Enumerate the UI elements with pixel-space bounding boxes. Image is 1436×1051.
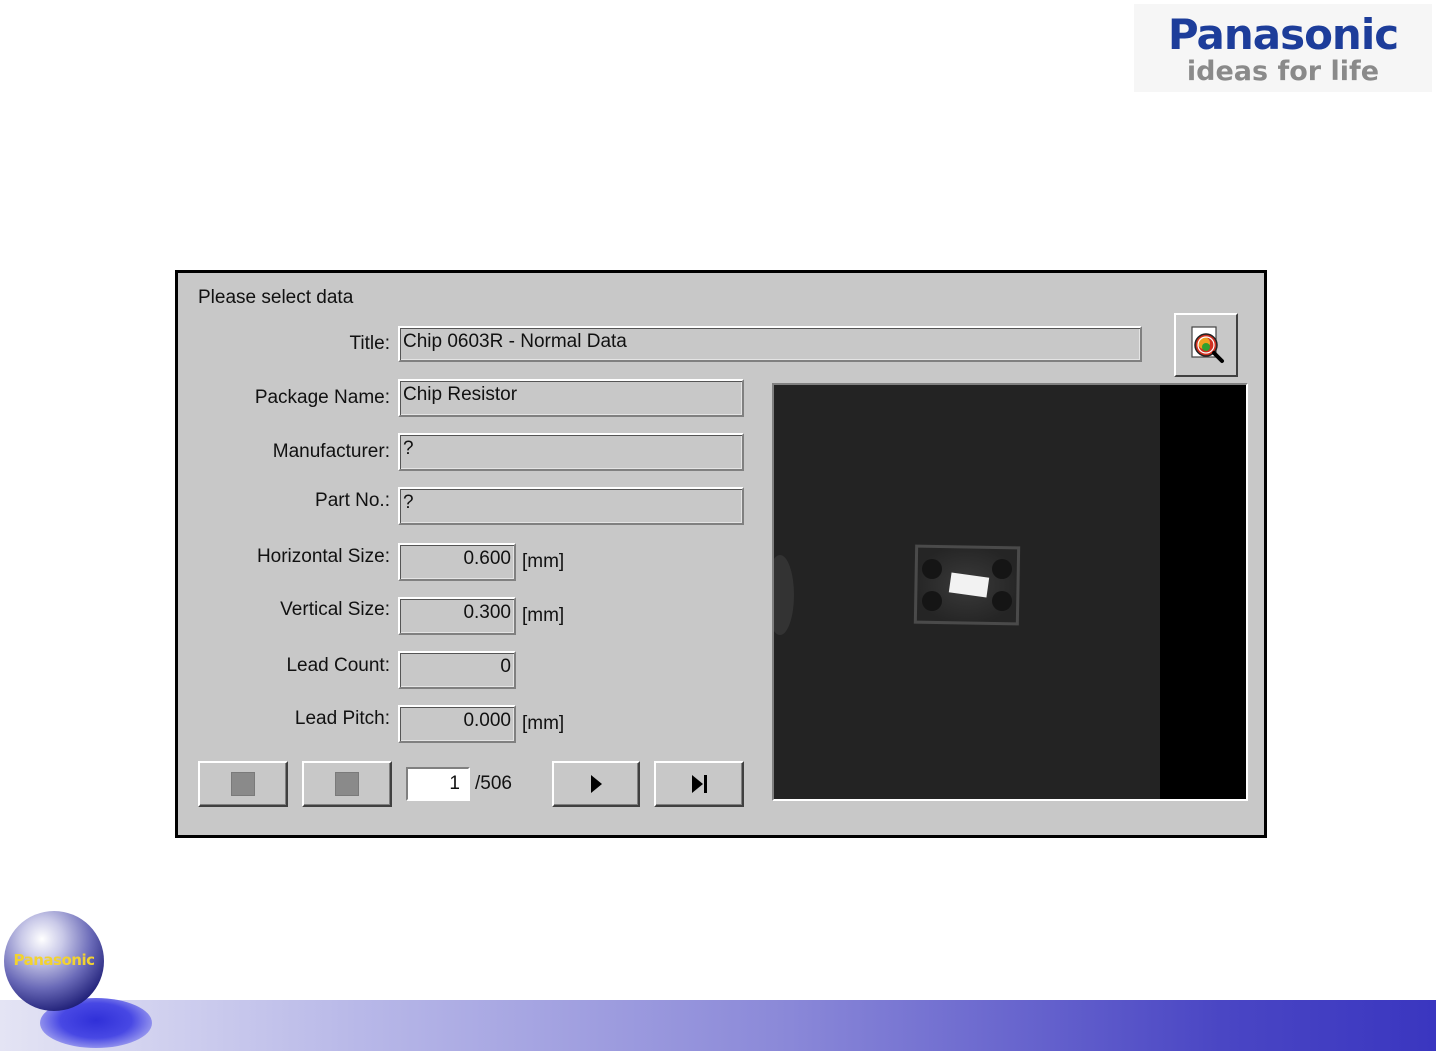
data-select-dialog: Please select data Title: Chip 0603R - N… xyxy=(175,270,1267,838)
play-right-icon xyxy=(590,775,602,793)
vertical-size-label: Vertical Size: xyxy=(280,599,390,620)
search-magnifier-icon xyxy=(1191,326,1224,363)
part-no-label: Part No.: xyxy=(315,490,390,511)
disabled-square-icon xyxy=(335,772,359,796)
title-label: Title: xyxy=(349,333,390,354)
disabled-square-icon xyxy=(231,772,255,796)
package-name-field[interactable]: Chip Resistor xyxy=(398,379,744,417)
lead-pitch-label: Lead Pitch: xyxy=(294,708,390,729)
lead-pitch-field[interactable]: 0.000 xyxy=(398,705,516,743)
lead-count-field[interactable]: 0 xyxy=(398,651,516,689)
last-record-button[interactable] xyxy=(654,761,744,807)
brand-tagline: ideas for life xyxy=(1186,56,1380,87)
vertical-size-unit: [mm] xyxy=(522,605,565,626)
horizontal-size-field[interactable]: 0.600 xyxy=(398,543,516,581)
lead-count-label: Lead Count: xyxy=(286,655,390,676)
skip-to-end-icon xyxy=(691,775,707,793)
brand-name: Panasonic xyxy=(1167,10,1399,59)
chip-component-image xyxy=(774,385,1246,799)
horizontal-size-label: Horizontal Size: xyxy=(256,546,390,567)
next-record-button[interactable] xyxy=(552,761,640,807)
dialog-prompt: Please select data xyxy=(198,287,354,308)
part-no-field[interactable]: ? xyxy=(398,487,744,525)
search-button[interactable] xyxy=(1174,313,1238,377)
page-total-label: /506 xyxy=(475,773,512,794)
orb-logo-text: Panasonic xyxy=(13,951,95,969)
first-record-button[interactable] xyxy=(198,761,288,807)
title-field[interactable]: Chip 0603R - Normal Data xyxy=(398,326,1142,362)
previous-record-button[interactable] xyxy=(302,761,392,807)
panasonic-logo: Panasonic ideas for life xyxy=(1134,4,1432,92)
manufacturer-field[interactable]: ? xyxy=(398,433,744,471)
lead-pitch-unit: [mm] xyxy=(522,713,565,734)
footer-gradient-band xyxy=(0,1000,1436,1051)
package-name-label: Package Name: xyxy=(254,387,390,408)
page-number-input[interactable]: 1 xyxy=(406,767,470,801)
component-image-preview xyxy=(772,383,1248,801)
manufacturer-label: Manufacturer: xyxy=(272,441,390,462)
horizontal-size-unit: [mm] xyxy=(522,551,565,572)
vertical-size-field[interactable]: 0.300 xyxy=(398,597,516,635)
